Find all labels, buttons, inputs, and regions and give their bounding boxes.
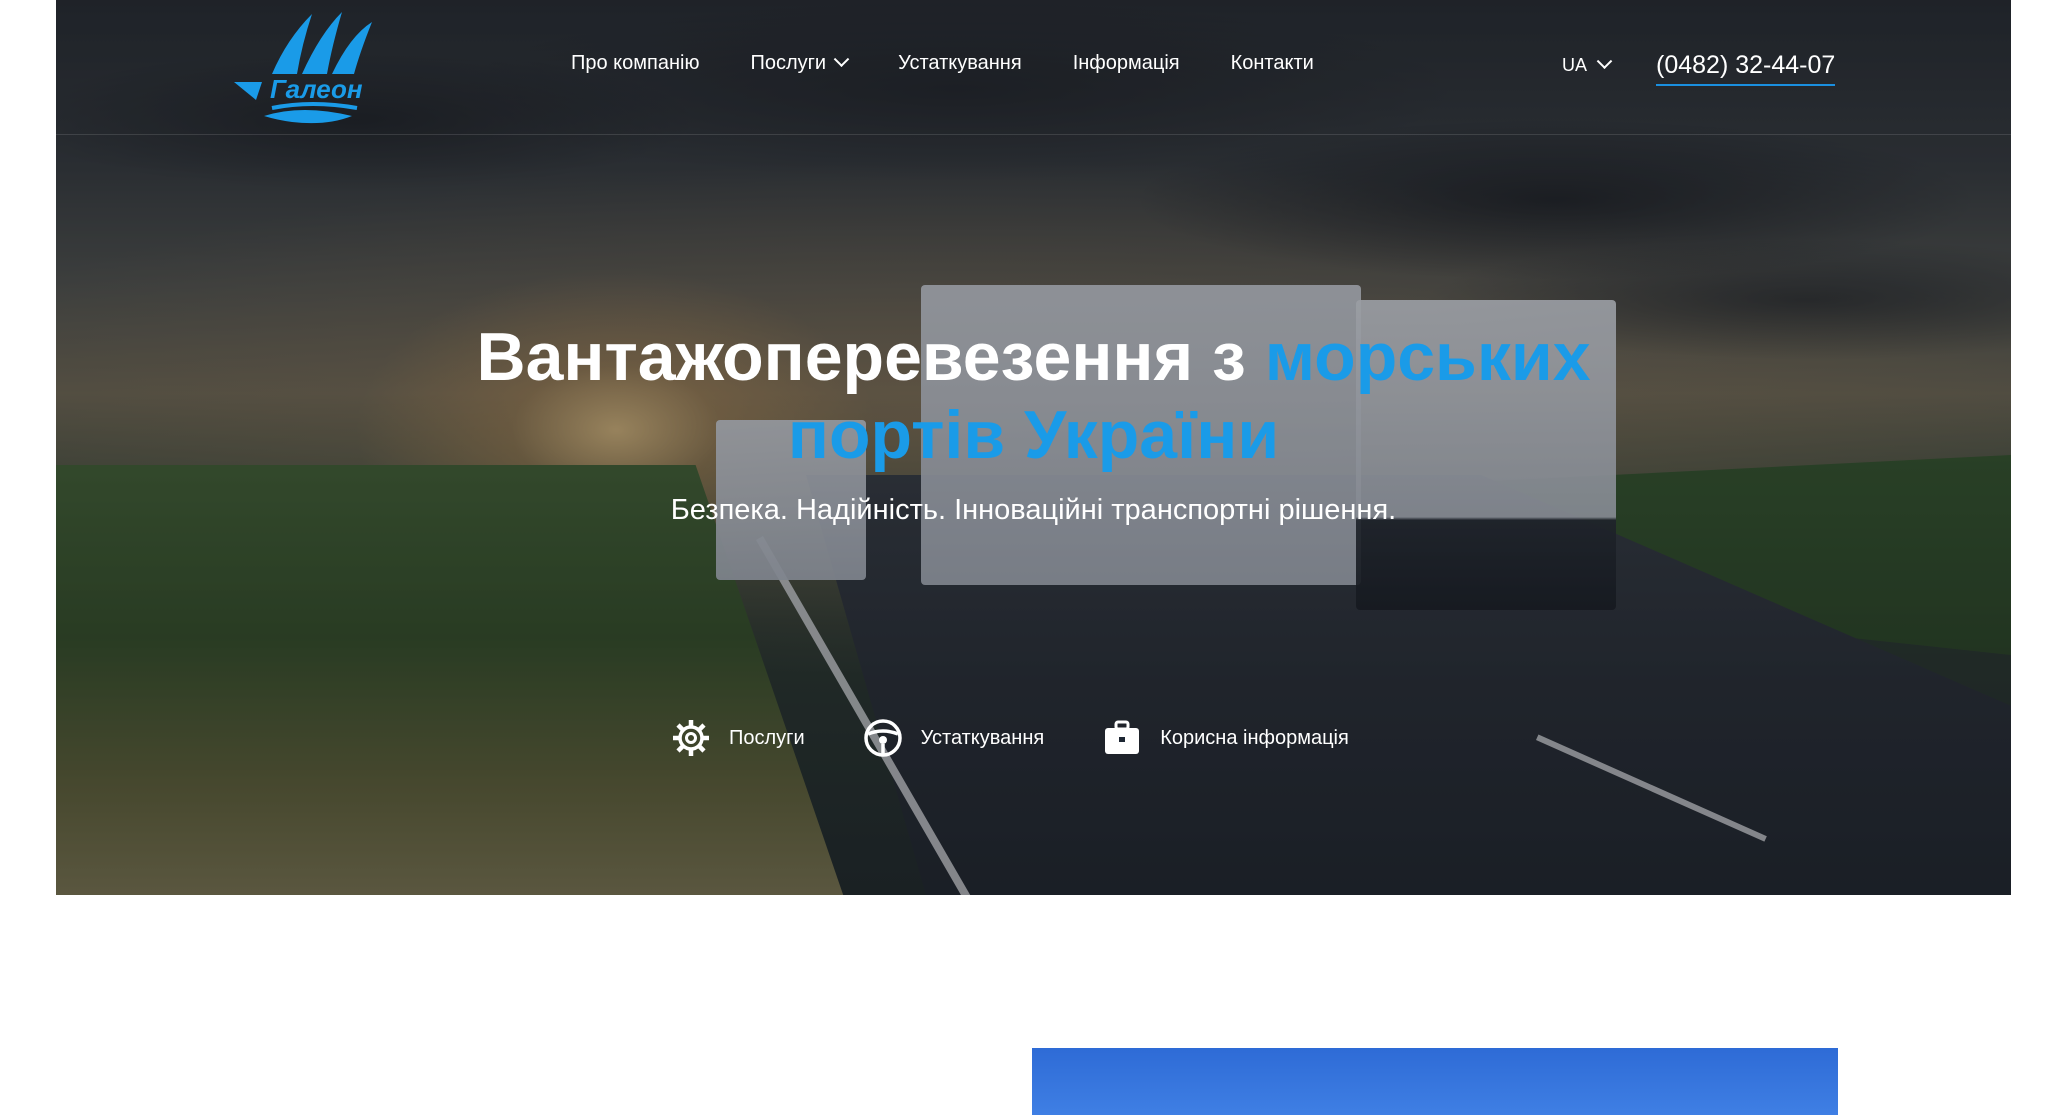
hero-quick-links: Послуги Устаткування Корисна інформація: [671, 718, 1407, 758]
quick-link-services[interactable]: Послуги: [671, 718, 805, 758]
hero-title-accent-1: морських: [1264, 319, 1591, 395]
site-header: Галеон Про компанію Послуги Устаткування…: [56, 0, 2011, 135]
chevron-down-icon: [833, 51, 850, 68]
logo-text: Галеон: [270, 74, 363, 104]
nav-item-label: Послуги: [750, 52, 827, 74]
language-selector[interactable]: UA: [1562, 53, 1613, 76]
nav-item-label: Контакти: [1230, 52, 1314, 74]
hero-title-accent-2: портів України: [787, 397, 1280, 473]
nav-item-equipment[interactable]: Устаткування: [898, 52, 1022, 75]
logo[interactable]: Галеон: [232, 4, 390, 129]
gear-icon: [673, 720, 709, 756]
hero-section: Галеон Про компанію Послуги Устаткування…: [56, 0, 2011, 895]
nav-item-services[interactable]: Послуги: [750, 51, 850, 75]
steering-wheel-icon: [863, 719, 902, 757]
hero-title: Вантажоперевезення з морських портів Укр…: [56, 318, 2011, 474]
main-nav: Про компанію Послуги Устаткування Інформ…: [571, 51, 1365, 75]
quick-link-equipment[interactable]: Устаткування: [863, 718, 1045, 758]
nav-item-label: Інформація: [1072, 52, 1180, 74]
nav-item-label: Устаткування: [898, 52, 1022, 74]
nav-item-label: Про компанію: [571, 52, 700, 74]
quick-link-label: Устаткування: [920, 726, 1045, 749]
chevron-down-icon: [1596, 53, 1613, 70]
briefcase-icon: [1105, 720, 1140, 754]
hero-title-white: Вантажоперевезення з: [476, 319, 1265, 395]
hero-subtitle: Безпека. Надійність. Інноваційні транспо…: [670, 494, 1397, 526]
nav-item-contacts[interactable]: Контакти: [1231, 52, 1314, 75]
language-label: UA: [1562, 55, 1588, 75]
quick-link-label: Послуги: [729, 726, 805, 749]
nav-item-about[interactable]: Про компанію: [571, 52, 699, 75]
galleon-logo-icon: [234, 12, 372, 124]
quick-link-useful-info[interactable]: Корисна інформація: [1102, 718, 1349, 758]
phone-link[interactable]: (0482) 32-44-07: [1656, 51, 1836, 86]
content-image: [1032, 1048, 1838, 1115]
nav-item-information[interactable]: Інформація: [1073, 52, 1180, 75]
quick-link-label: Корисна інформація: [1160, 726, 1349, 749]
